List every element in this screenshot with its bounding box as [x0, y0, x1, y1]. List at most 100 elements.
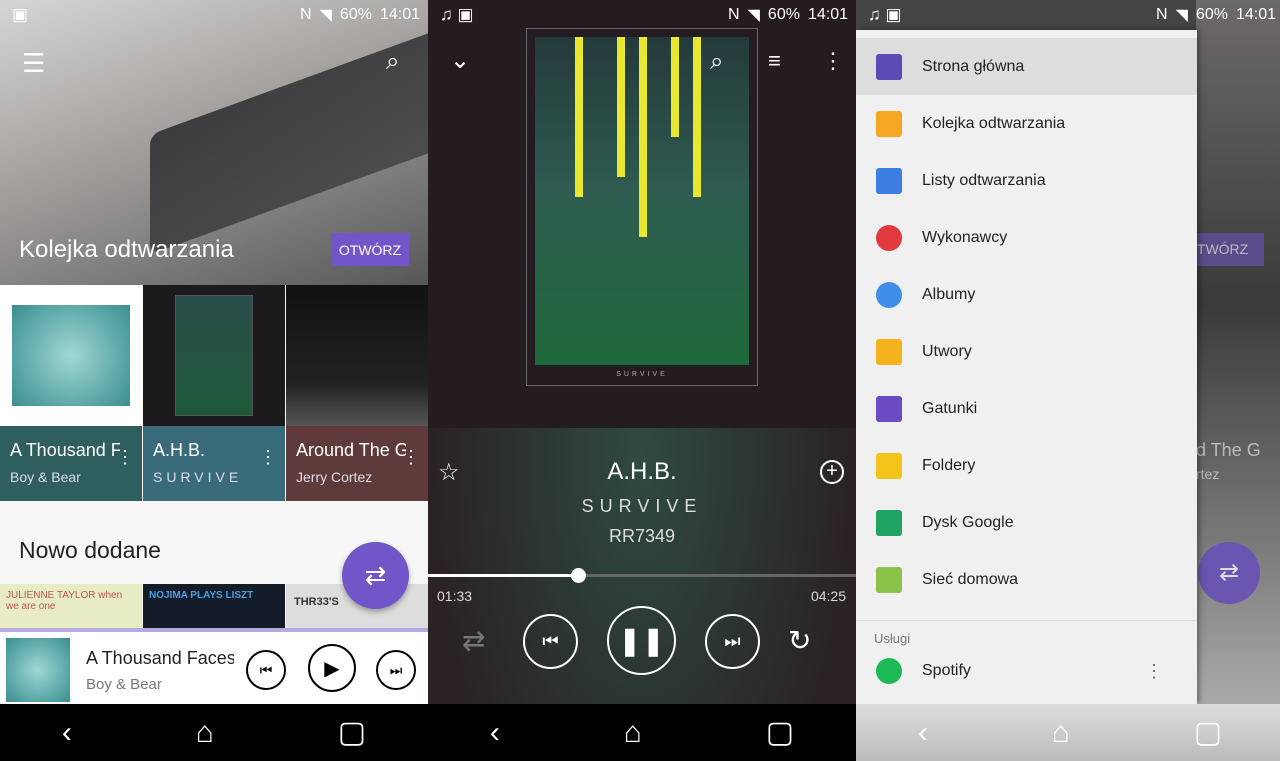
album-tile[interactable]: A.H.B. SURVIVE ⋮	[143, 285, 285, 501]
nfc-icon: N	[728, 6, 740, 23]
drawer-item-playlists[interactable]: Listy odtwarzania	[856, 152, 1197, 209]
drawer-item-label: Foldery	[922, 456, 976, 474]
drawer-item-label: Listy odtwarzania	[922, 171, 1046, 189]
elapsed-time: 01:33	[437, 588, 473, 604]
recents-icon[interactable]: ▢	[1194, 715, 1222, 750]
recents-icon[interactable]: ▢	[766, 715, 794, 750]
battery-level: 60%	[767, 6, 800, 23]
nav-bar: ‹ ⌂ ▢	[0, 704, 428, 761]
tile-subtitle: Boy & Bear	[10, 469, 81, 485]
section-title: Nowo dodane	[19, 537, 161, 563]
mini-title: A Thousand Faces	[86, 648, 234, 668]
track-title: A.H.B.	[607, 458, 677, 485]
drawer-item-spotify[interactable]: Spotify ⋮	[856, 646, 1197, 696]
drawer-item-albums[interactable]: Albumy	[856, 266, 1197, 323]
home-network-icon	[876, 566, 902, 593]
nfc-icon: N	[1156, 6, 1168, 23]
drawer-screen: OTWÓRZ d The G rtez ⇄ ♫ ▣ N ◥ 60% 14:01 S…	[856, 0, 1280, 761]
drawer-item-label: Spotify	[922, 662, 971, 679]
seek-thumb[interactable]	[570, 568, 586, 583]
shuffle-icon[interactable]: ⇄	[462, 624, 485, 657]
tile-subtitle: Jerry Cortez	[296, 469, 373, 485]
tile-title: A Thousand Faces	[10, 440, 120, 460]
drawer-item-artists[interactable]: Wykonawcy	[856, 209, 1197, 266]
background-content: OTWÓRZ d The G rtez ⇄	[1196, 0, 1280, 761]
drawer-item-label: Sieć domowa	[922, 570, 1019, 588]
next-button[interactable]: ⏭	[705, 614, 760, 669]
home-icon	[876, 53, 902, 80]
menu-icon[interactable]: ☰	[22, 48, 45, 79]
more-icon[interactable]: ⋮	[259, 448, 277, 466]
battery-level: 60%	[339, 6, 372, 23]
mini-player[interactable]: A Thousand Faces Boy & Bear ⏮ ▶ ⏭	[0, 628, 428, 704]
collapse-icon[interactable]: ⌄	[450, 46, 470, 75]
pause-button[interactable]: ❚❚	[607, 606, 676, 675]
recent-album[interactable]: JULIENNE TAYLOR when we are one	[0, 584, 142, 629]
home-icon[interactable]: ⌂	[624, 716, 642, 750]
wifi-icon: ◥	[747, 7, 760, 24]
hero-title: Kolejka odtwarzania	[19, 236, 234, 263]
track-album: RR7349	[608, 526, 676, 546]
drawer-item-label: Wykonawcy	[922, 228, 1008, 246]
wifi-icon: ◥	[1175, 7, 1188, 24]
repeat-icon[interactable]: ↻	[788, 624, 811, 657]
background-tile-title: d The G	[1196, 440, 1261, 460]
now-playing-screen: ♫ ▣ N ◥ 60% 14:01 SURVIVE ⌄ ⌕ ≡ ⋮ ☆ + A.H…	[428, 0, 856, 761]
art-caption: SURVIVE	[616, 371, 668, 378]
shuffle-fab: ⇄	[1198, 542, 1260, 604]
back-icon[interactable]: ‹	[62, 716, 72, 750]
drawer-item-songs[interactable]: Utwory	[856, 323, 1197, 380]
nfc-icon: N	[300, 6, 312, 23]
drawer-item-label: Albumy	[922, 285, 976, 303]
search-icon[interactable]: ⌕	[710, 48, 723, 76]
album-art: SURVIVE	[526, 28, 758, 386]
track-artist: SURVIVE	[581, 496, 703, 516]
next-button[interactable]: ⏭	[376, 650, 416, 690]
tile-title: A.H.B.	[153, 440, 206, 460]
clock: 14:01	[379, 6, 420, 23]
mini-art	[6, 638, 70, 702]
back-icon[interactable]: ‹	[490, 716, 500, 750]
more-icon[interactable]: ⋮	[1145, 661, 1163, 682]
more-icon[interactable]: ⋮	[822, 48, 844, 74]
albums-icon	[876, 281, 902, 308]
previous-button[interactable]: ⏮	[246, 650, 286, 690]
drawer-item-label: Dysk Google	[922, 513, 1014, 531]
back-icon[interactable]: ‹	[918, 716, 928, 750]
nav-bar: ‹ ⌂ ▢	[856, 704, 1280, 761]
open-queue-button[interactable]: OTWÓRZ	[331, 233, 409, 266]
songs-icon	[876, 338, 902, 365]
playlists-icon	[876, 167, 902, 194]
spotify-icon	[876, 658, 902, 684]
album-tile[interactable]: A Thousand Faces Boy & Bear ⋮	[0, 285, 142, 501]
image-icon: ▣	[12, 5, 29, 24]
home-icon[interactable]: ⌂	[1052, 716, 1070, 750]
more-icon[interactable]: ⋮	[116, 448, 134, 466]
services-header: Usługi	[856, 620, 1197, 646]
drawer-item-label: Kolejka odtwarzania	[922, 114, 1066, 132]
album-tile[interactable]: Around The Ground Jerry Cortez ⋮	[286, 285, 428, 501]
background-open-button: OTWÓRZ	[1196, 233, 1264, 266]
nav-bar: ‹ ⌂ ▢	[428, 704, 856, 761]
drawer-item-google-drive[interactable]: Dysk Google	[856, 494, 1197, 551]
recent-album[interactable]: NOJIMA PLAYS LISZT	[143, 584, 285, 629]
play-button[interactable]: ▶	[308, 644, 356, 692]
drawer-item-label: Strona główna	[922, 57, 1025, 75]
drawer-item-home[interactable]: Strona główna	[856, 38, 1197, 95]
previous-button[interactable]: ⏮	[523, 614, 578, 669]
seek-fill	[428, 574, 578, 577]
recents-icon[interactable]: ▢	[338, 715, 366, 750]
drawer-item-queue[interactable]: Kolejka odtwarzania	[856, 95, 1197, 152]
drawer-item-genres[interactable]: Gatunki	[856, 380, 1197, 437]
queue-icon[interactable]: ≡	[768, 48, 781, 74]
more-icon[interactable]: ⋮	[402, 448, 420, 466]
artists-icon	[876, 224, 902, 251]
home-icon[interactable]: ⌂	[196, 716, 214, 750]
mini-artist: Boy & Bear	[86, 676, 162, 693]
drawer-item-folders[interactable]: Foldery	[856, 437, 1197, 494]
drawer-item-home-network[interactable]: Sieć domowa	[856, 551, 1197, 608]
seek-bar[interactable]	[428, 568, 856, 583]
search-icon[interactable]: ⌕	[386, 48, 399, 76]
tile-title: Around The Ground	[296, 440, 406, 460]
shuffle-fab[interactable]: ⇄	[342, 542, 409, 609]
